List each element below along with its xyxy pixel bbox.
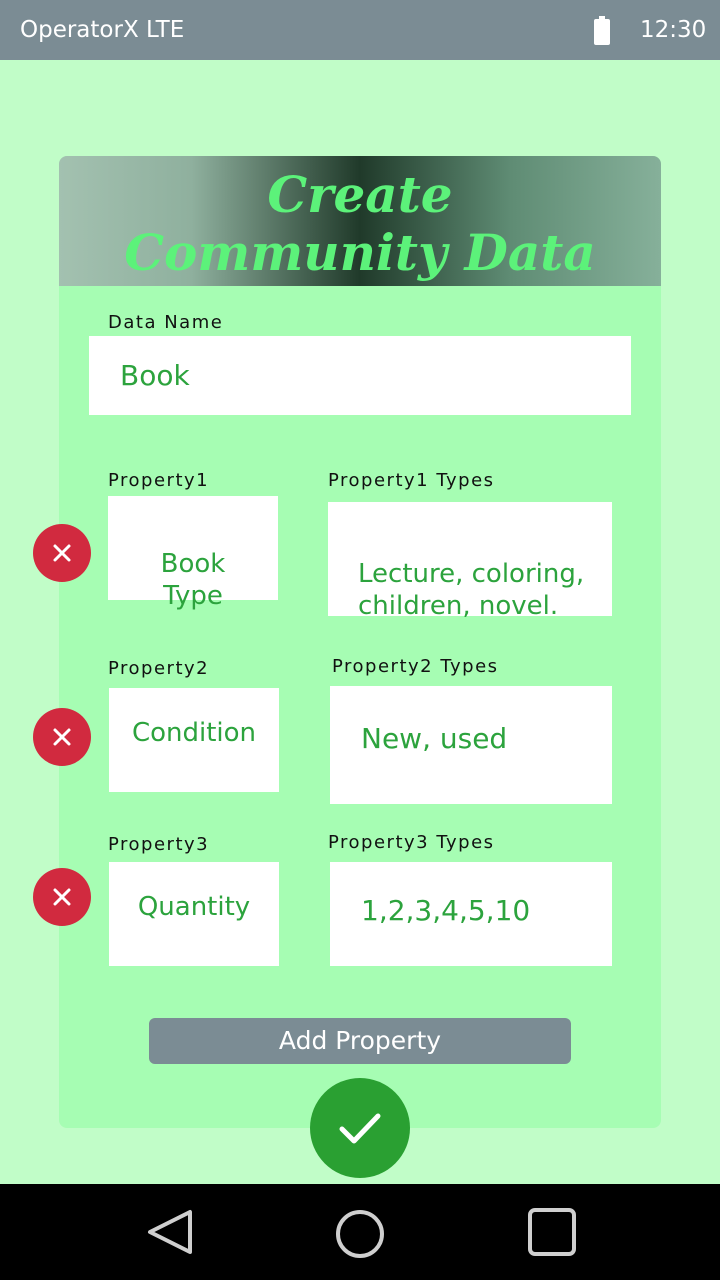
property1-name-value: Book Type [160,549,226,611]
property1-name-input[interactable]: Book Type [108,496,278,611]
property3-types-label: Property3 Types [328,832,495,853]
data-name-value: Book [120,359,190,392]
navigation-bar [0,1184,720,1280]
battery-icon [594,16,610,45]
property1-types-label: Property1 Types [328,470,495,491]
remove-property2-button[interactable] [33,708,91,766]
close-icon [53,728,71,746]
back-triangle-icon[interactable] [145,1208,195,1256]
add-property-button[interactable]: Add Property [149,1018,571,1064]
property3-types-value: 1,2,3,4,5,10 [361,894,531,927]
remove-property3-button[interactable] [33,868,91,926]
status-bar: OperatorX LTE 12:30 [0,0,720,60]
close-icon [53,888,71,906]
title-line-2: Community Data [124,223,596,282]
home-circle-icon[interactable] [334,1208,386,1260]
property2-name-input[interactable]: Condition [109,688,279,792]
page-title: Create Community Data [59,166,661,282]
create-data-card: Create Community Data Data Name Book Pro… [59,156,661,1128]
property1-types-input[interactable]: Lecture, coloring, children, novel. [328,502,612,621]
property2-types-input[interactable]: New, used [330,686,612,804]
property2-types-label: Property2 Types [332,656,499,677]
property3-types-input[interactable]: 1,2,3,4,5,10 [330,862,612,966]
title-line-1: Create [267,165,453,224]
recents-square-icon[interactable] [526,1206,578,1258]
checkmark-icon [339,1113,381,1144]
property2-types-value: New, used [361,722,508,755]
status-clock: 12:30 [640,17,707,43]
carrier-name: OperatorX LTE [20,17,185,43]
remove-property1-button[interactable] [33,524,91,582]
property1-types-value: Lecture, coloring, children, novel. [358,559,585,621]
card-header: Create Community Data [59,156,661,286]
property3-name-input[interactable]: Quantity [109,862,279,966]
data-name-label: Data Name [108,312,224,333]
data-name-input[interactable]: Book [89,336,631,415]
confirm-button[interactable] [310,1078,410,1178]
property1-label: Property1 [108,470,210,491]
property3-name-value: Quantity [137,892,251,922]
property2-name-value: Condition [131,718,257,748]
close-icon [53,544,71,562]
property3-label: Property3 [108,834,210,855]
property2-label: Property2 [108,658,210,679]
